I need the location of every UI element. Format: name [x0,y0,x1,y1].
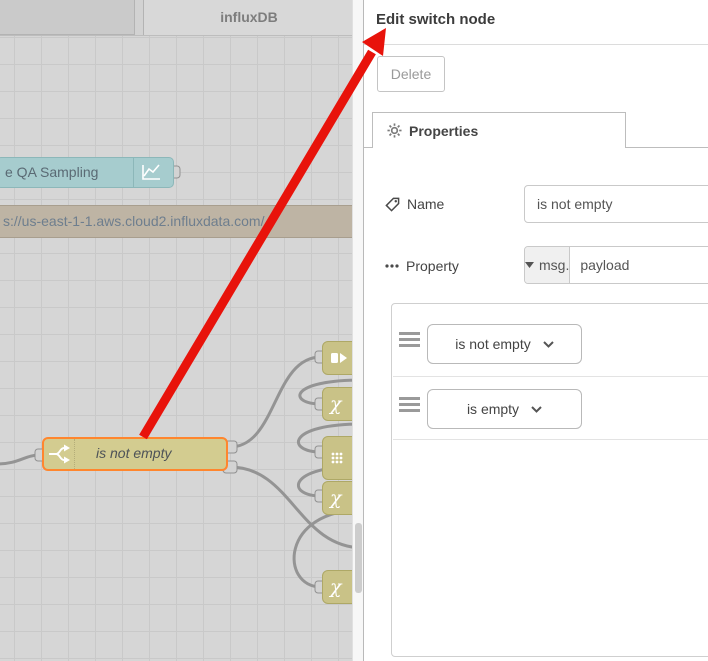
gear-icon [387,123,402,138]
name-field-label: Name [385,196,444,212]
grid-dots-icon [331,452,343,464]
node-label: is not empty [96,445,172,461]
drag-handle-icon[interactable] [399,332,420,350]
wire-into-switch [0,453,41,466]
tab-properties[interactable]: Properties [372,112,626,148]
divider [393,439,708,440]
divider [364,44,708,45]
switch-rules-list: is not empty is empty [391,303,708,657]
chi-icon: χ [330,486,342,509]
rule-2-operator-select[interactable]: is empty [427,389,582,429]
chevron-down-icon [543,340,554,348]
chart-node-qa-sampling[interactable]: e QA Sampling [0,157,174,188]
property-value-input[interactable] [570,247,708,283]
wires-layer [0,165,363,594]
drag-handle-icon[interactable] [399,397,420,415]
workspace-tab-other[interactable] [0,0,135,35]
workspace-tab-influxdb[interactable]: influxDB [143,0,355,35]
property-typed-input: msg. [524,246,708,284]
divider [364,147,372,148]
panel-title: Edit switch node [376,11,496,28]
line-chart-icon [133,158,167,187]
name-input[interactable] [524,185,708,223]
chevron-down-icon [531,405,542,413]
scrollbar-thumb[interactable] [355,523,362,593]
type-prefix: msg. [539,257,570,273]
label-text: Property [406,258,459,274]
chi-icon: χ [330,575,342,598]
template-icon [331,353,347,363]
property-type-button[interactable]: msg. [525,247,571,283]
selected-operator: is empty [466,401,520,417]
edit-switch-node-panel: Edit switch node Delete Properties Name … [363,0,708,661]
switch-branch-icon [44,439,75,469]
selected-operator: is not empty [455,336,531,352]
divider [626,147,708,148]
rule-row-2: is empty [392,369,708,441]
tab-label: Properties [409,122,479,139]
property-field-label: Property [385,258,459,274]
rule-row-1: is not empty [392,304,708,376]
delete-button[interactable]: Delete [377,56,445,92]
switch-node-selected[interactable]: is not empty [42,437,228,471]
canvas-scrollbar[interactable] [352,0,363,661]
rule-1-operator-select[interactable]: is not empty [427,324,582,364]
tag-icon [385,197,400,212]
caret-down-icon [525,262,534,268]
ellipsis-icon [385,264,399,268]
node-label: s://us-east-1-1.aws.cloud2.influxdata.co… [3,213,273,229]
node-label: e QA Sampling [5,164,99,180]
label-text: Name [407,196,445,212]
node-red-editor: influxDB e QA Sampling s://us-east-1-1.a… [0,0,708,661]
flow-canvas[interactable]: influxDB e QA Sampling s://us-east-1-1.a… [0,0,363,661]
chi-icon: χ [330,392,342,415]
influxdb-node[interactable]: s://us-east-1-1.aws.cloud2.influxdata.co… [0,205,363,238]
workspace-tab-bar: influxDB [0,0,363,36]
